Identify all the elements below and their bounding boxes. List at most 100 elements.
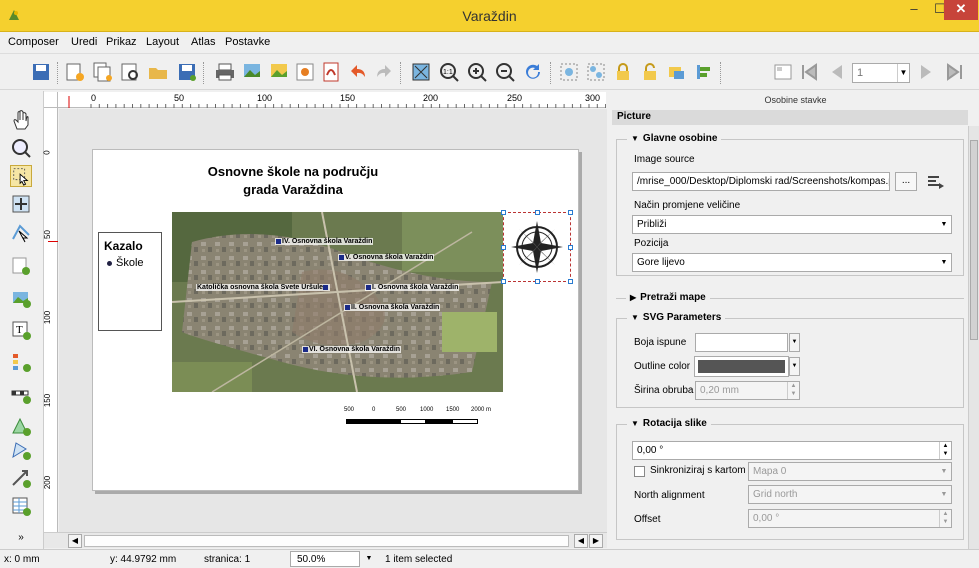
data-defined-override-icon[interactable] bbox=[925, 173, 945, 191]
group-items-icon[interactable] bbox=[558, 61, 580, 83]
sync-map-select[interactable]: Mapa 0 ▼ bbox=[748, 462, 952, 481]
chevron-down-icon[interactable]: ▼ bbox=[897, 64, 909, 82]
previous-feature-icon[interactable] bbox=[825, 61, 847, 83]
add-legend-icon[interactable] bbox=[10, 351, 32, 373]
spinbox-arrows-icon[interactable]: ▲ ▼ bbox=[939, 442, 951, 459]
fill-color-button[interactable] bbox=[695, 333, 788, 352]
lock-items-icon[interactable] bbox=[612, 61, 634, 83]
close-button[interactable]: ✕ bbox=[944, 0, 978, 20]
next-feature-icon[interactable] bbox=[916, 61, 938, 83]
resize-handle[interactable] bbox=[568, 245, 573, 250]
scrollbar-thumb[interactable] bbox=[970, 140, 978, 340]
atlas-preview-icon[interactable] bbox=[772, 61, 794, 83]
layout-page[interactable]: Osnovne škole na području grada Varaždin… bbox=[92, 149, 579, 491]
chevron-down-icon[interactable]: ▼ bbox=[789, 333, 800, 352]
select-move-item-icon[interactable] bbox=[10, 165, 32, 187]
add-scalebar-icon[interactable] bbox=[10, 383, 32, 405]
edit-nodes-icon[interactable] bbox=[10, 221, 32, 243]
resize-handle[interactable] bbox=[535, 210, 540, 215]
legend-item[interactable]: Kazalo Škole bbox=[98, 232, 162, 331]
menu-uredi[interactable]: Uredi bbox=[71, 36, 97, 48]
resize-handle[interactable] bbox=[568, 210, 573, 215]
chevron-down-icon[interactable]: ▼ bbox=[362, 551, 376, 567]
resize-mode-select[interactable]: Približi ▼ bbox=[632, 215, 952, 234]
picture-item-compass[interactable] bbox=[501, 210, 573, 284]
offset-input[interactable]: 0,00 ° ▲ ▼ bbox=[748, 509, 952, 528]
scroll-left-icon[interactable]: ◀ bbox=[574, 534, 588, 548]
zoom-out-icon[interactable] bbox=[494, 61, 516, 83]
zoom-full-icon[interactable] bbox=[410, 61, 432, 83]
resize-handle[interactable] bbox=[501, 279, 506, 284]
add-image-icon[interactable] bbox=[10, 287, 32, 309]
redo-icon[interactable] bbox=[373, 61, 395, 83]
atlas-page-input[interactable]: 1 ▼ bbox=[852, 63, 910, 83]
scroll-right-icon[interactable]: ▶ bbox=[589, 534, 603, 548]
zoom-combo[interactable]: 50.0% bbox=[290, 551, 360, 567]
resize-handle[interactable] bbox=[568, 279, 573, 284]
resize-handle[interactable] bbox=[501, 245, 506, 250]
zoom-tool-icon[interactable] bbox=[10, 137, 32, 159]
more-tools-icon[interactable]: » bbox=[10, 527, 32, 549]
add-attribute-table-icon[interactable] bbox=[10, 495, 32, 517]
outline-color-button[interactable] bbox=[694, 356, 789, 377]
scrollbar-thumb[interactable] bbox=[84, 535, 569, 547]
sync-map-checkbox[interactable] bbox=[634, 466, 645, 477]
add-label-icon[interactable]: T bbox=[10, 319, 32, 341]
zoom-100-icon[interactable]: 1:1 bbox=[438, 61, 460, 83]
chevron-down-icon[interactable]: ▼ bbox=[789, 357, 800, 376]
menu-atlas[interactable]: Atlas bbox=[191, 36, 215, 48]
zoom-in-icon[interactable] bbox=[466, 61, 488, 83]
map-item[interactable]: IV. Osnovna škola Varaždin V. Osnovna šk… bbox=[172, 212, 503, 392]
save-icon[interactable] bbox=[30, 61, 52, 83]
ungroup-items-icon[interactable] bbox=[585, 61, 607, 83]
add-arrow-icon[interactable] bbox=[10, 467, 32, 489]
move-content-icon[interactable] bbox=[10, 193, 32, 215]
minimize-button[interactable]: – bbox=[900, 0, 928, 20]
first-feature-icon[interactable] bbox=[798, 61, 820, 83]
export-atlas-icon[interactable] bbox=[268, 61, 290, 83]
canvas-horizontal-scrollbar[interactable]: ◀ ◀ ▶ bbox=[44, 532, 607, 548]
group-toggle[interactable]: ▼ SVG Parameters bbox=[627, 312, 726, 323]
add-shape-icon[interactable] bbox=[10, 415, 32, 437]
undo-icon[interactable] bbox=[347, 61, 369, 83]
spinbox-arrows-icon[interactable]: ▲ ▼ bbox=[939, 510, 951, 527]
export-svg-icon[interactable] bbox=[294, 61, 316, 83]
export-pdf-icon[interactable] bbox=[320, 61, 342, 83]
browse-button[interactable]: ... bbox=[895, 172, 917, 191]
scroll-left-icon[interactable]: ◀ bbox=[68, 534, 82, 548]
menu-postavke[interactable]: Postavke bbox=[225, 36, 270, 48]
open-template-icon[interactable] bbox=[147, 61, 169, 83]
group-toggle[interactable]: ▶ Pretraži mape bbox=[626, 292, 710, 303]
north-alignment-select[interactable]: Grid north ▼ bbox=[748, 485, 952, 504]
raise-items-icon[interactable] bbox=[666, 61, 688, 83]
align-items-icon[interactable] bbox=[693, 61, 715, 83]
spinbox-arrows-icon[interactable]: ▲ ▼ bbox=[787, 382, 799, 399]
scalebar-item[interactable]: 500 0 500 1000 1500 2000 m bbox=[340, 407, 500, 429]
group-toggle[interactable]: ▼ Rotacija slike bbox=[627, 418, 711, 429]
duplicate-composer-icon[interactable] bbox=[92, 61, 114, 83]
refresh-icon[interactable] bbox=[522, 61, 544, 83]
save-template-icon[interactable] bbox=[176, 61, 198, 83]
group-toggle[interactable]: ▼ Glavne osobine bbox=[627, 133, 722, 144]
resize-handle[interactable] bbox=[501, 210, 506, 215]
composer-canvas[interactable]: Osnovne škole na području grada Varaždin… bbox=[59, 109, 607, 532]
add-node-item-icon[interactable] bbox=[10, 439, 32, 461]
resize-handle[interactable] bbox=[535, 279, 540, 284]
last-feature-icon[interactable] bbox=[944, 61, 966, 83]
pan-icon[interactable] bbox=[10, 109, 32, 131]
map-title[interactable]: Osnovne škole na području grada Varaždin… bbox=[203, 163, 383, 199]
menu-layout[interactable]: Layout bbox=[146, 36, 179, 48]
add-new-map-icon[interactable] bbox=[10, 255, 32, 277]
panel-scrollbar[interactable] bbox=[968, 126, 979, 550]
image-source-input[interactable]: /mrise_000/Desktop/Diplomski rad/Screens… bbox=[632, 172, 890, 191]
menu-prikaz[interactable]: Prikaz bbox=[106, 36, 137, 48]
print-icon[interactable] bbox=[214, 61, 236, 83]
composer-manager-icon[interactable] bbox=[119, 61, 141, 83]
outline-width-input[interactable]: 0,20 mm ▲ ▼ bbox=[695, 381, 800, 400]
export-image-icon[interactable] bbox=[241, 61, 263, 83]
menu-composer[interactable]: Composer bbox=[8, 36, 59, 48]
rotation-input[interactable]: 0,00 ° ▲ ▼ bbox=[632, 441, 952, 460]
unlock-items-icon[interactable] bbox=[639, 61, 661, 83]
new-composer-icon[interactable] bbox=[64, 61, 86, 83]
position-select[interactable]: Gore lijevo ▼ bbox=[632, 253, 952, 272]
